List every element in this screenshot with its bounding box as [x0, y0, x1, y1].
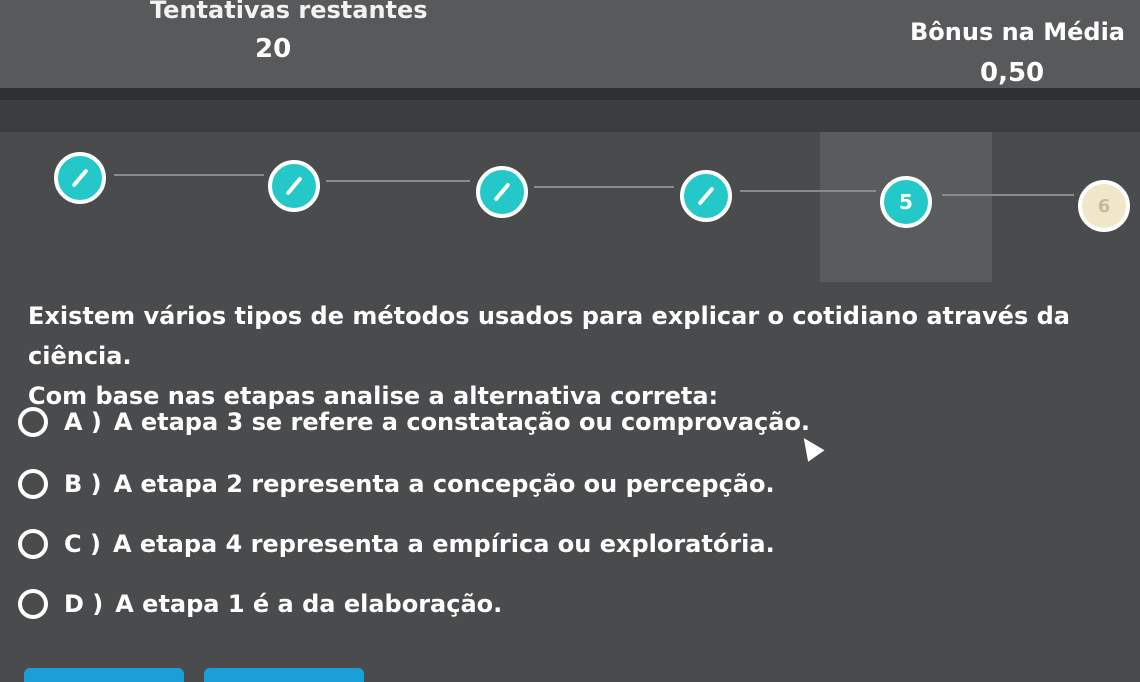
attempts-label: Tentativas restantes: [150, 0, 428, 24]
bonus-label: Bônus na Média: [910, 18, 1125, 46]
step-connector: [114, 174, 264, 176]
step-1[interactable]: [54, 152, 106, 204]
radio-button-icon[interactable]: [18, 529, 48, 559]
bonus-value: 0,50: [980, 58, 1045, 88]
attempts-value: 20: [255, 34, 292, 64]
radio-button-icon[interactable]: [18, 469, 48, 499]
option-a[interactable]: A ) A etapa 3 se refere a constatação ou…: [18, 402, 810, 442]
radio-button-icon[interactable]: [18, 589, 48, 619]
option-d[interactable]: D ) A etapa 1 é a da elaboração.: [18, 584, 502, 624]
option-b[interactable]: B ) A etapa 2 representa a concepção ou …: [18, 464, 775, 504]
option-c[interactable]: C ) A etapa 4 representa a empírica ou e…: [18, 524, 775, 564]
step-connector: [326, 180, 470, 182]
question-progress: 5 6: [0, 132, 1140, 282]
step-2[interactable]: [268, 160, 320, 212]
option-text: A etapa 3 se refere a constatação ou com…: [113, 408, 811, 436]
header-divider: [0, 88, 1140, 100]
step-5-label: 5: [899, 190, 913, 214]
option-letter: D ): [64, 590, 104, 618]
pencil-icon: [71, 168, 89, 188]
step-connector: [534, 186, 674, 188]
step-6-label: 6: [1097, 195, 1111, 217]
step-4[interactable]: [680, 170, 732, 222]
pencil-icon: [697, 186, 715, 206]
step-6[interactable]: 6: [1078, 180, 1130, 232]
option-letter: A ): [64, 408, 102, 436]
action-button[interactable]: [204, 668, 364, 682]
question-line-1: Existem vários tipos de métodos usados p…: [28, 302, 1070, 370]
question-text: Existem vários tipos de métodos usados p…: [28, 296, 1118, 416]
header-shadow: [0, 100, 1140, 132]
step-connector: [942, 194, 1074, 196]
option-text: A etapa 2 representa a concepção ou perc…: [113, 470, 775, 498]
step-connector: [740, 190, 876, 192]
pencil-icon: [285, 176, 303, 196]
option-text: A etapa 1 é a da elaboração.: [115, 590, 503, 618]
option-letter: B ): [64, 470, 102, 498]
action-button[interactable]: [24, 668, 184, 682]
step-5[interactable]: 5: [880, 176, 932, 228]
radio-button-icon[interactable]: [18, 407, 48, 437]
step-3[interactable]: [476, 166, 528, 218]
option-text: A etapa 4 representa a empírica ou explo…: [112, 530, 775, 558]
pencil-icon: [493, 182, 511, 202]
option-letter: C ): [64, 530, 101, 558]
